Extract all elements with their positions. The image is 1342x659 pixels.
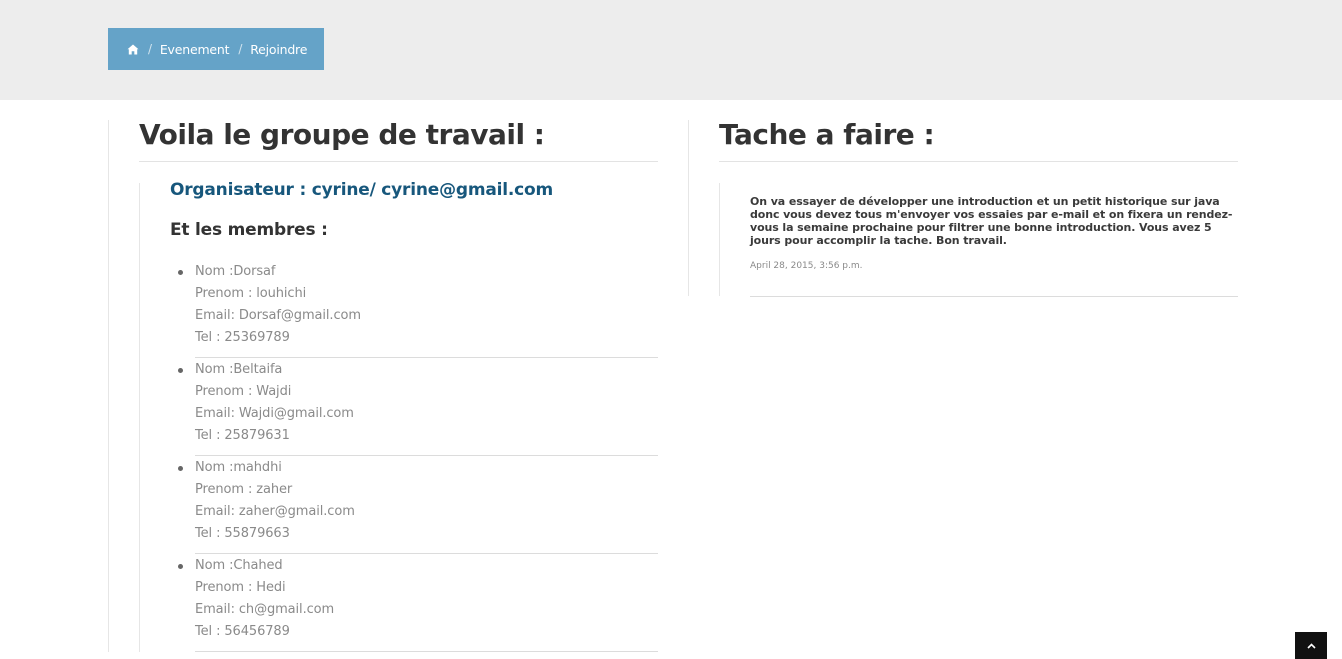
breadcrumb: / Evenement / Rejoindre bbox=[108, 28, 324, 70]
member-divider bbox=[195, 455, 658, 456]
member-nom: Nom :Chahed bbox=[195, 558, 283, 573]
member-tel: Tel : 25879631 bbox=[195, 428, 290, 443]
member-prenom: Prenom : louhichi bbox=[195, 286, 307, 301]
chevron-up-icon bbox=[1306, 642, 1316, 649]
member-prenom: Prenom : zaher bbox=[195, 482, 293, 497]
group-title: Voila le groupe de travail : bbox=[139, 118, 545, 151]
member-tel: Tel : 55879663 bbox=[195, 526, 290, 541]
group-title-divider bbox=[139, 161, 658, 162]
member-email: Email: ch@gmail.com bbox=[195, 602, 335, 617]
member-email: Email: Dorsaf@gmail.com bbox=[195, 308, 361, 323]
member-prenom: Prenom : Hedi bbox=[195, 580, 286, 595]
task-title-divider bbox=[719, 161, 1238, 162]
breadcrumb-link-rejoindre[interactable]: Rejoindre bbox=[250, 42, 307, 57]
member-item: Nom :mahdhi Prenom : zaher Email: zaher@… bbox=[176, 457, 658, 555]
member-item: Nom :Dorsaf Prenom : louhichi Email: Dor… bbox=[176, 261, 658, 359]
home-icon[interactable] bbox=[127, 44, 139, 55]
task-divider bbox=[750, 296, 1238, 297]
members-list: Nom :Dorsaf Prenom : louhichi Email: Dor… bbox=[176, 261, 658, 653]
breadcrumb-link-evenement[interactable]: Evenement bbox=[160, 42, 230, 57]
member-divider bbox=[195, 553, 658, 554]
member-tel: Tel : 56456789 bbox=[195, 624, 290, 639]
task-blockquote-border bbox=[719, 183, 720, 296]
member-email: Email: Wajdi@gmail.com bbox=[195, 406, 354, 421]
member-tel: Tel : 25369789 bbox=[195, 330, 290, 345]
member-item: Nom :Chahed Prenom : Hedi Email: ch@gmai… bbox=[176, 555, 658, 653]
member-nom: Nom :Dorsaf bbox=[195, 264, 276, 279]
group-blockquote-border bbox=[139, 183, 140, 652]
scroll-to-top-button[interactable] bbox=[1295, 632, 1327, 659]
member-divider bbox=[195, 651, 658, 652]
task-title: Tache a faire : bbox=[719, 118, 935, 151]
member-divider bbox=[195, 357, 658, 358]
member-nom: Nom :Beltaifa bbox=[195, 362, 283, 377]
member-prenom: Prenom : Wajdi bbox=[195, 384, 292, 399]
member-nom: Nom :mahdhi bbox=[195, 460, 282, 475]
breadcrumb-separator: / bbox=[148, 42, 152, 56]
member-email: Email: zaher@gmail.com bbox=[195, 504, 355, 519]
breadcrumb-separator: / bbox=[238, 42, 243, 56]
member-item: Nom :Beltaifa Prenom : Wajdi Email: Wajd… bbox=[176, 359, 658, 457]
left-column-divider bbox=[108, 120, 109, 652]
organiser-info: Organisateur : cyrine/ cyrine@gmail.com bbox=[170, 180, 554, 200]
members-heading: Et les membres : bbox=[170, 220, 328, 240]
task-date: April 28, 2015, 3:56 p.m. bbox=[750, 261, 863, 271]
right-column-divider bbox=[688, 120, 689, 296]
task-description: On va essayer de développer une introduc… bbox=[750, 195, 1233, 247]
